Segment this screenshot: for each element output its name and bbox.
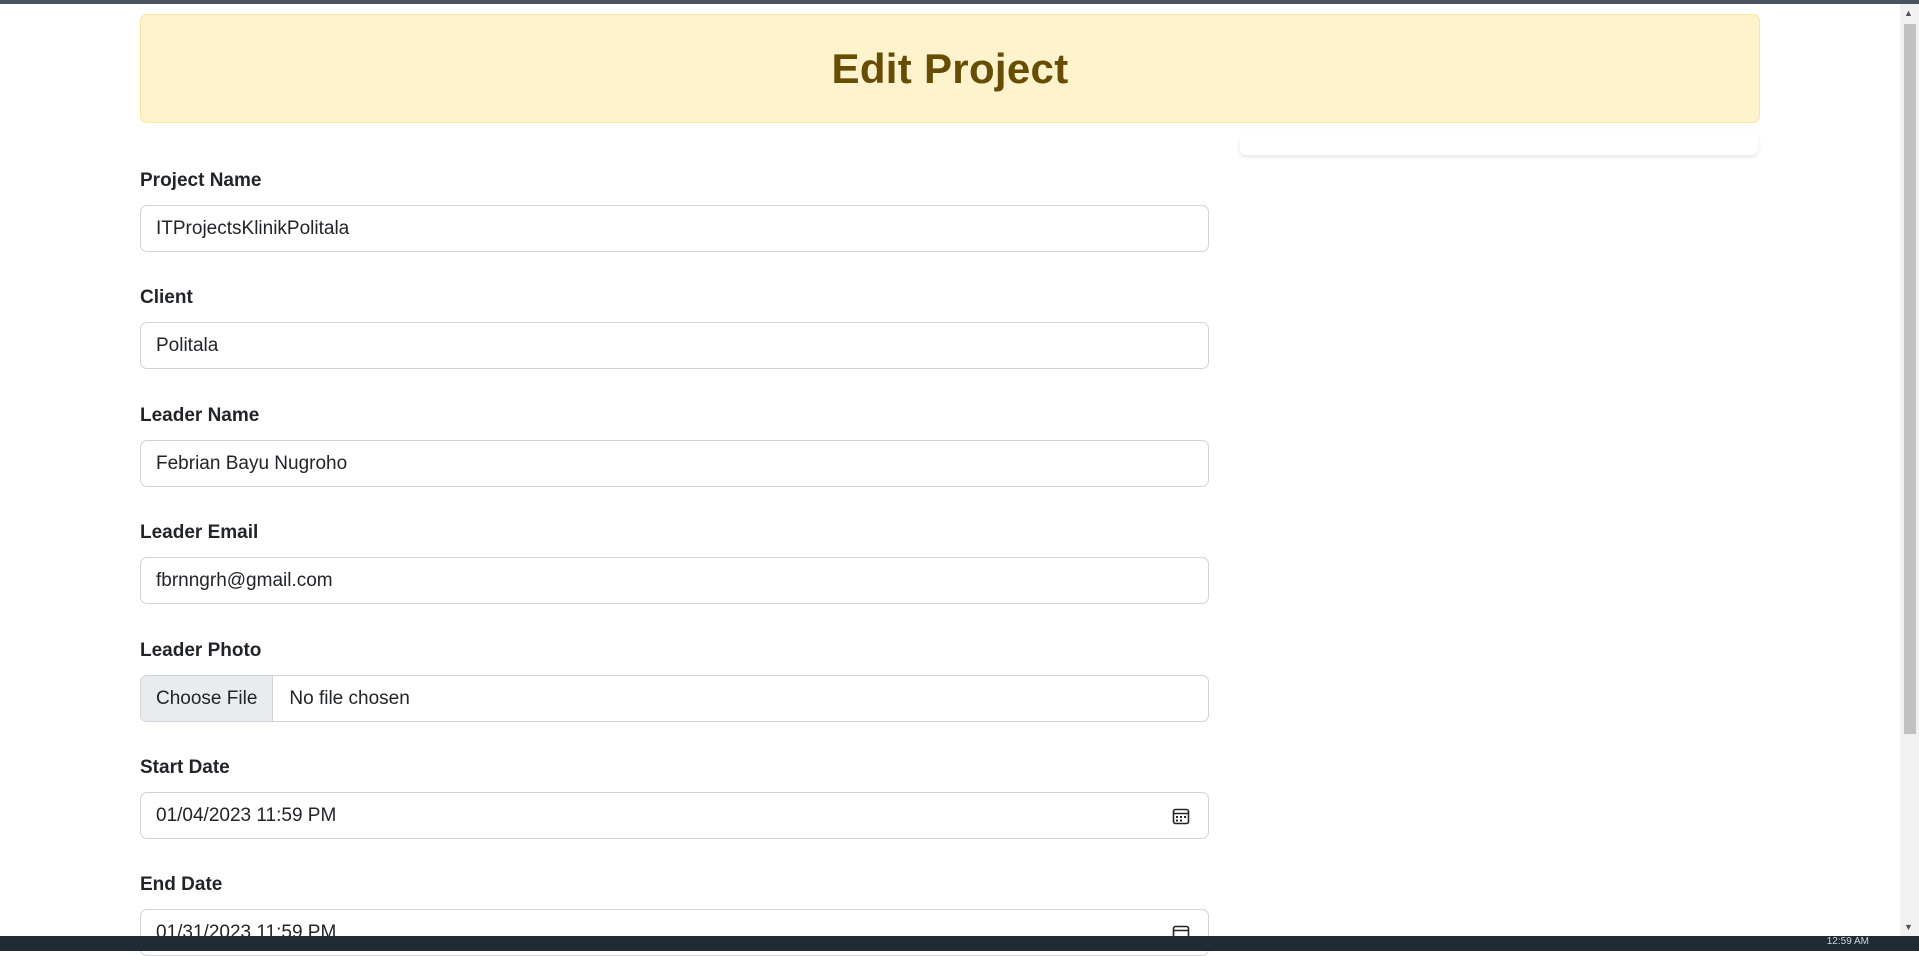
leader-name-label: Leader Name [140,405,260,426]
os-taskbar: 12:59 AM [0,936,1919,951]
start-date-input[interactable]: 01/04/2023 11:59 PM [140,792,1209,839]
leader-name-input[interactable]: Febrian Bayu Nugroho [140,440,1209,487]
scroll-down-arrow-icon[interactable]: ▼ [1904,922,1913,932]
side-card [1240,135,1758,155]
leader-email-value: fbrnngrh@gmail.com [156,569,333,591]
leader-email-input[interactable]: fbrnngrh@gmail.com [140,557,1209,604]
client-value: Politala [156,334,219,356]
calendar-icon[interactable] [1172,807,1190,825]
page-header: Edit Project [140,14,1760,123]
project-name-input[interactable]: ITProjectsKlinikPolitala [140,205,1209,252]
end-date-label: End Date [140,874,223,895]
vertical-scrollbar[interactable]: ▲ ▼ [1900,4,1919,936]
project-name-label: Project Name [140,170,262,191]
project-name-value: ITProjectsKlinikPolitala [156,217,350,239]
page-title: Edit Project [831,44,1069,92]
leader-email-label: Leader Email [140,522,259,543]
scrollbar-thumb[interactable] [1904,24,1916,734]
leader-photo-label: Leader Photo [140,640,262,661]
start-date-label: Start Date [140,757,230,778]
scroll-up-arrow-icon[interactable]: ▲ [1904,8,1913,18]
top-strip [0,0,1919,4]
client-label: Client [140,287,193,308]
client-input[interactable]: Politala [140,322,1209,369]
leader-photo-input[interactable]: Choose File No file chosen [140,675,1209,722]
leader-name-value: Febrian Bayu Nugroho [156,452,348,474]
taskbar-clock: 12:59 AM [1826,936,1869,947]
choose-file-button[interactable]: Choose File [141,676,274,721]
file-status: No file chosen [289,687,410,709]
start-date-value: 01/04/2023 11:59 PM [156,804,337,826]
